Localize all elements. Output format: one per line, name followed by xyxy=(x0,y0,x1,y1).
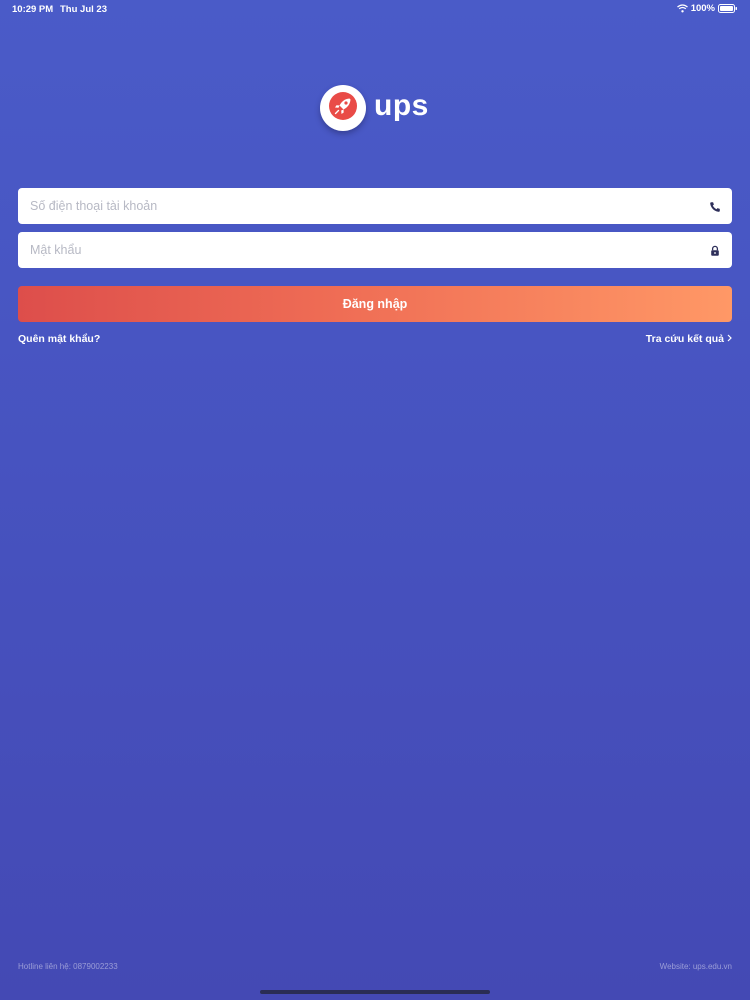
phone-field[interactable] xyxy=(18,188,732,224)
login-button[interactable]: Đăng nhập xyxy=(18,286,732,322)
footer-hotline: Hotline liên hệ: 0879002233 xyxy=(18,962,118,971)
brand-logo: ups xyxy=(320,83,429,133)
status-time: 10:29 PM xyxy=(12,4,54,15)
status-indicators: 100% xyxy=(676,3,738,14)
footer-website: Website: ups.edu.vn xyxy=(659,962,732,971)
battery-percent: 100% xyxy=(690,3,715,14)
lookup-results-link[interactable]: Tra cứu kết quả xyxy=(646,333,732,345)
rocket-icon xyxy=(327,90,359,127)
battery-icon xyxy=(718,4,738,13)
status-date: Thu Jul 23 xyxy=(60,4,107,15)
forgot-password-link[interactable]: Quên mật khẩu? xyxy=(18,333,100,345)
phone-icon xyxy=(709,200,721,212)
chevron-right-icon xyxy=(727,333,732,345)
home-indicator[interactable] xyxy=(260,990,490,994)
wifi-icon xyxy=(676,4,688,13)
status-bar: 10:29 PM Thu Jul 23 100% xyxy=(0,0,750,18)
password-field[interactable] xyxy=(18,232,732,268)
phone-input[interactable] xyxy=(18,188,732,224)
lookup-results-label: Tra cứu kết quả xyxy=(645,333,724,345)
brand-name: ups xyxy=(374,89,429,122)
logo-badge xyxy=(320,85,366,131)
password-input[interactable] xyxy=(18,232,732,268)
lock-icon xyxy=(709,244,721,256)
